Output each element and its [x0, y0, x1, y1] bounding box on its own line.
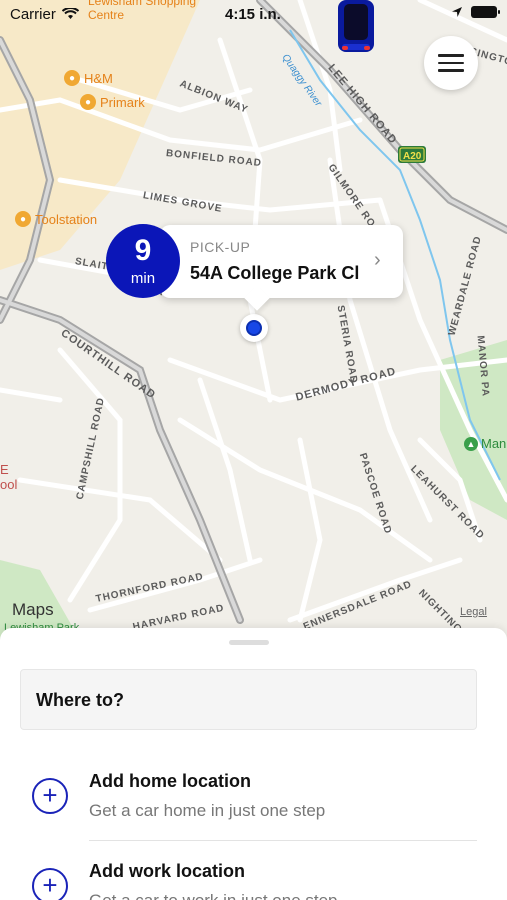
divider — [89, 840, 477, 841]
pickup-address: 54A College Park Cl — [190, 263, 360, 283]
status-time: 4:15 i.n. — [225, 6, 281, 23]
plus-circle-icon: + — [32, 868, 68, 900]
maps-attribution: Maps — [12, 600, 54, 620]
battery-icon — [471, 6, 500, 18]
poi-label: Toolstation — [35, 211, 98, 227]
plus-circle-icon: + — [32, 778, 68, 814]
pickup-label: PICK-UP — [190, 239, 251, 255]
location-arrow-icon — [452, 7, 462, 17]
eta-badge: 9 min — [106, 224, 180, 298]
poi-label: Primark — [100, 94, 145, 110]
maps-label: Maps — [12, 600, 54, 619]
hamburger-icon — [438, 54, 464, 57]
pickup-callout[interactable]: PICK-UP 54A College Park Cl › — [160, 225, 403, 298]
eta-unit: min — [130, 270, 156, 287]
shortcut-title: Add home location — [89, 771, 251, 791]
poi-school[interactable]: E ool — [0, 462, 17, 492]
shopping-bag-icon: ● — [64, 70, 80, 86]
shortcut-subtitle: Get a car home in just one step — [89, 801, 326, 820]
road-shield-a20: A20 — [403, 151, 422, 162]
sheet-grabber[interactable] — [229, 640, 269, 645]
map-view[interactable]: A20 ALBION WAY BONFIELD ROAD LIMES GROVE… — [0, 0, 507, 640]
add-work-location[interactable]: + Add work location Get a car to work in… — [0, 848, 507, 900]
bottom-sheet[interactable]: Where to? + Add home location Get a car … — [0, 628, 507, 900]
add-home-location[interactable]: + Add home location Get a car home in ju… — [0, 758, 507, 848]
poi-primark[interactable]: ● Primark — [80, 94, 145, 110]
legal-link[interactable]: Legal — [460, 606, 487, 618]
shopping-bag-icon: ● — [80, 94, 96, 110]
poi-label: Man — [481, 436, 507, 451]
where-to-search[interactable]: Where to? — [20, 669, 477, 730]
search-placeholder: Where to? — [36, 690, 124, 710]
shopping-bag-icon: ● — [15, 211, 31, 227]
eta-value: 9 — [134, 234, 152, 267]
tree-icon: ▲ — [464, 436, 478, 451]
carrier-label: Carrier — [10, 5, 56, 23]
chevron-right-icon: › — [374, 249, 381, 271]
wifi-icon — [61, 8, 79, 19]
poi-park[interactable]: ▲ Man — [464, 436, 506, 451]
poi-hm[interactable]: ● H&M — [64, 70, 113, 86]
status-bar: Carrier 4:15 i.n. — [0, 0, 507, 28]
poi-toolstation[interactable]: ● Toolstation — [15, 211, 97, 227]
poi-label: H&M — [84, 70, 113, 86]
poi-label: E ool — [0, 462, 18, 492]
current-location-pin — [240, 314, 268, 342]
menu-button[interactable] — [424, 36, 478, 90]
shortcut-title: Add work location — [89, 861, 246, 881]
shortcut-subtitle: Get a car to work in just one step — [89, 891, 338, 900]
